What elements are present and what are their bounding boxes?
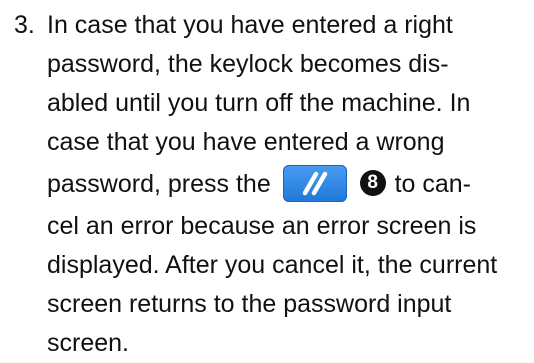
- cancel-key-icon: [282, 164, 347, 202]
- circled-number-marker: 8: [359, 170, 386, 197]
- text-line: abled until you turn off the machine. In: [47, 89, 471, 117]
- text-line: screen returns to the password input: [47, 290, 452, 318]
- instruction-step: 3. In case that you have entered a right…: [14, 6, 526, 363]
- text-line: screen.: [47, 329, 129, 357]
- step-text: In case that you have entered a right pa…: [47, 6, 526, 363]
- text-line: cel an error because an error screen is: [47, 212, 477, 240]
- text-line: In case that you have entered a right: [47, 11, 453, 39]
- step-number: 3.: [14, 11, 35, 39]
- double-slash-icon: [302, 171, 327, 196]
- text-line: displayed. After you cancel it, the curr…: [47, 251, 498, 279]
- text-fragment: to can-: [394, 170, 472, 198]
- text-line: case that you have entered a wrong: [47, 128, 445, 156]
- text-line: password, the keylock becomes dis-: [47, 50, 449, 78]
- text-line-with-key: password, press the 8 to can-: [47, 164, 526, 204]
- text-fragment: password, press the: [47, 170, 271, 198]
